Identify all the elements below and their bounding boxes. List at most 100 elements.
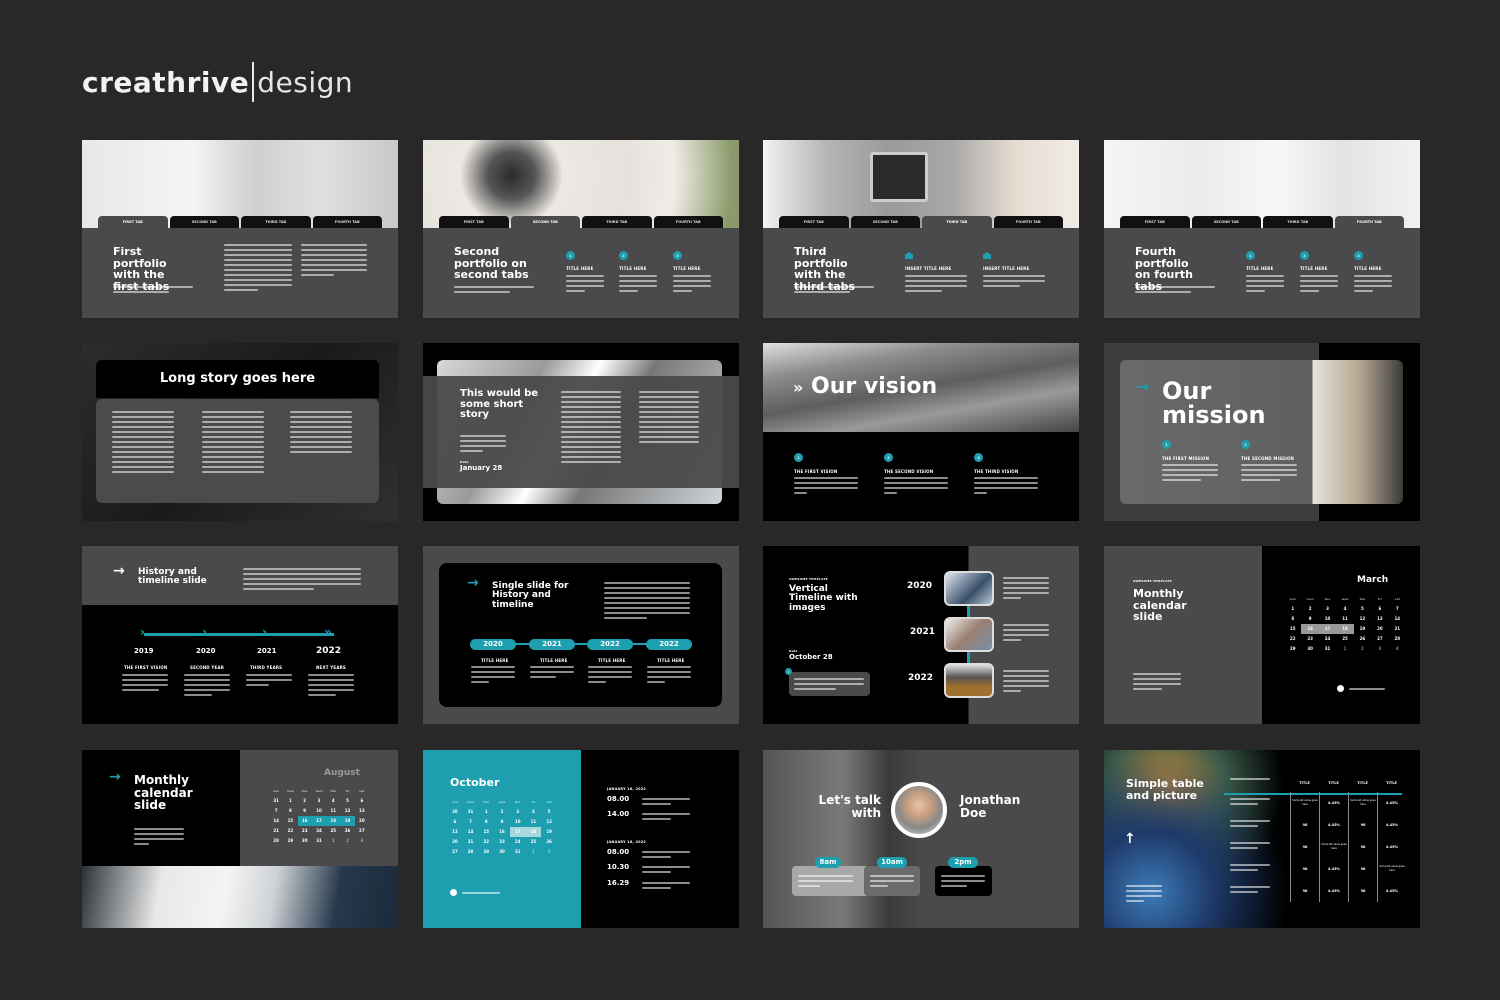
calendar-day[interactable]: 8 xyxy=(478,817,494,827)
calendar-day[interactable]: 30 xyxy=(494,847,510,857)
calendar-day[interactable]: 5 xyxy=(1354,604,1371,614)
calendar-day[interactable]: 14 xyxy=(1389,614,1406,624)
tab-first[interactable]: FIRST TAB xyxy=(98,216,168,228)
calendar-day[interactable]: 1 xyxy=(326,836,340,846)
calendar-day[interactable]: 1 xyxy=(1284,604,1301,614)
calendar-day[interactable]: 7 xyxy=(463,817,479,827)
slide-fourth-portfolio[interactable]: FIRST TAB SECOND TAB THIRD TAB FOURTH TA… xyxy=(1104,140,1420,318)
slide-vertical-timeline[interactable]: AWESOME TEMPLATE Vertical Timeline with … xyxy=(763,546,1079,724)
calendar-day[interactable]: 18 xyxy=(326,816,341,826)
slide-our-vision[interactable]: » Our vision 1 2 3 THE FIRST VISION THE … xyxy=(763,343,1079,521)
calendar-day[interactable]: 12 xyxy=(1354,614,1371,624)
calendar-day[interactable]: 7 xyxy=(1389,604,1406,614)
slide-first-portfolio[interactable]: FIRST TAB SECOND TAB THIRD TAB FOURTH TA… xyxy=(82,140,398,318)
calendar-day[interactable]: 17 xyxy=(311,816,327,826)
slide-single-history[interactable]: → Single slide for History and timeline … xyxy=(423,546,739,724)
slide-our-mission[interactable]: → Our mission 1 2 THE FIRST MISSION THE … xyxy=(1104,343,1420,521)
calendar-day[interactable]: 26 xyxy=(340,826,354,836)
calendar-day[interactable]: 10 xyxy=(510,817,526,827)
calendar-day[interactable]: 31 xyxy=(510,847,526,857)
tab-second[interactable]: SECOND TAB xyxy=(510,216,580,228)
calendar-day[interactable]: 15 xyxy=(283,816,297,826)
calendar-day[interactable]: 10 xyxy=(1319,614,1336,624)
calendar-day[interactable]: 21 xyxy=(269,826,283,836)
calendar-day[interactable]: 30 xyxy=(1301,644,1318,654)
calendar-day[interactable]: 10 xyxy=(312,806,326,816)
calendar-day[interactable]: 3 xyxy=(510,807,526,817)
calendar-day[interactable]: 2 xyxy=(340,836,354,846)
slide-table-picture[interactable]: Simple table and picture ↑ TITLE TITLE TIT… xyxy=(1104,750,1420,928)
calendar-day[interactable]: 1 xyxy=(1336,644,1353,654)
calendar-day[interactable]: 1 xyxy=(526,847,542,857)
calendar-day[interactable]: 11 xyxy=(326,806,340,816)
calendar-day[interactable]: 2 xyxy=(298,796,312,806)
calendar-day[interactable]: 23 xyxy=(298,826,312,836)
calendar-day[interactable]: 9 xyxy=(298,806,312,816)
calendar-day[interactable]: 19 xyxy=(340,816,355,826)
calendar-day[interactable]: 31 xyxy=(463,807,479,817)
calendar-day[interactable]: 11 xyxy=(1336,614,1353,624)
calendar-day[interactable]: 14 xyxy=(463,827,479,837)
calendar-day[interactable]: 3 xyxy=(355,836,369,846)
calendar-day[interactable]: 30 xyxy=(447,807,463,817)
calendar-day[interactable]: 8 xyxy=(283,806,297,816)
slide-lets-talk[interactable]: Let's talk with Jonathan Doe 8am 10am 2p… xyxy=(763,750,1079,928)
calendar-day[interactable]: 16 xyxy=(1301,624,1319,634)
calendar-day[interactable]: 19 xyxy=(1354,624,1371,634)
calendar-day[interactable]: 6 xyxy=(355,796,369,806)
calendar-day[interactable]: 20 xyxy=(355,816,369,826)
calendar-day[interactable]: 24 xyxy=(1319,634,1336,644)
tab-first[interactable]: FIRST TAB xyxy=(439,216,509,228)
calendar-day[interactable]: 7 xyxy=(269,806,283,816)
calendar-day[interactable]: 29 xyxy=(478,847,494,857)
calendar-day[interactable]: 18 xyxy=(525,827,542,837)
slide-short-story[interactable]: This would be some short story Date Janu… xyxy=(423,343,739,521)
calendar-day[interactable]: 4 xyxy=(526,807,542,817)
calendar-day[interactable]: 3 xyxy=(1319,604,1336,614)
tab-fourth[interactable]: FOURTH TAB xyxy=(653,216,723,228)
tab-third[interactable]: THIRD TAB xyxy=(241,216,311,228)
calendar-day[interactable]: 15 xyxy=(478,827,494,837)
calendar-day[interactable]: 12 xyxy=(340,806,354,816)
calendar-day[interactable]: 2 xyxy=(1354,644,1371,654)
calendar-day[interactable]: 20 xyxy=(447,837,463,847)
calendar-day[interactable]: 11 xyxy=(526,817,542,827)
tab-third[interactable]: THIRD TAB xyxy=(922,216,992,228)
calendar-day[interactable]: 2 xyxy=(494,807,510,817)
tab-fourth[interactable]: FOURTH TAB xyxy=(1334,216,1404,228)
calendar-day[interactable]: 27 xyxy=(447,847,463,857)
calendar-day[interactable]: 19 xyxy=(541,827,557,837)
calendar-day[interactable]: 20 xyxy=(1371,624,1388,634)
slide-monthly-calendar-august[interactable]: → Monthly calendar slide August sun mon tu… xyxy=(82,750,398,928)
calendar-day[interactable]: 17 xyxy=(509,827,526,837)
calendar-day[interactable]: 29 xyxy=(1284,644,1301,654)
calendar-day[interactable]: 1 xyxy=(478,807,494,817)
calendar-day[interactable]: 15 xyxy=(1284,624,1301,634)
slide-october-schedule[interactable]: October sun mon tue wed thu fri sat 30 31 1 2 3 4 5 6 7… xyxy=(423,750,739,928)
calendar-day[interactable]: 25 xyxy=(1336,634,1353,644)
calendar-day[interactable]: 18 xyxy=(1336,624,1354,634)
calendar-day[interactable]: 16 xyxy=(297,816,312,826)
tab-fourth[interactable]: FOURTH TAB xyxy=(312,216,382,228)
calendar-day[interactable]: 2 xyxy=(1301,604,1318,614)
calendar-day[interactable]: 31 xyxy=(269,796,283,806)
calendar-day[interactable]: 26 xyxy=(541,837,557,847)
calendar-day[interactable]: 5 xyxy=(340,796,354,806)
calendar-day[interactable]: 21 xyxy=(463,837,479,847)
calendar-day[interactable]: 27 xyxy=(1371,634,1388,644)
tab-fourth[interactable]: FOURTH TAB xyxy=(993,216,1063,228)
calendar-day[interactable]: 26 xyxy=(1354,634,1371,644)
calendar-day[interactable]: 13 xyxy=(447,827,463,837)
calendar-day[interactable]: 13 xyxy=(355,806,369,816)
calendar-day[interactable]: 21 xyxy=(1389,624,1406,634)
calendar-day[interactable]: 9 xyxy=(1301,614,1318,624)
calendar-day[interactable]: 13 xyxy=(1371,614,1388,624)
tab-second[interactable]: SECOND TAB xyxy=(1191,216,1261,228)
calendar-day[interactable]: 24 xyxy=(510,837,526,847)
calendar-day[interactable]: 23 xyxy=(494,837,510,847)
calendar-day[interactable]: 31 xyxy=(1319,644,1336,654)
calendar-day[interactable]: 22 xyxy=(283,826,297,836)
slide-second-portfolio[interactable]: FIRST TAB SECOND TAB THIRD TAB FOURTH TA… xyxy=(423,140,739,318)
calendar-day[interactable]: 4 xyxy=(326,796,340,806)
calendar-day[interactable]: 16 xyxy=(494,827,510,837)
